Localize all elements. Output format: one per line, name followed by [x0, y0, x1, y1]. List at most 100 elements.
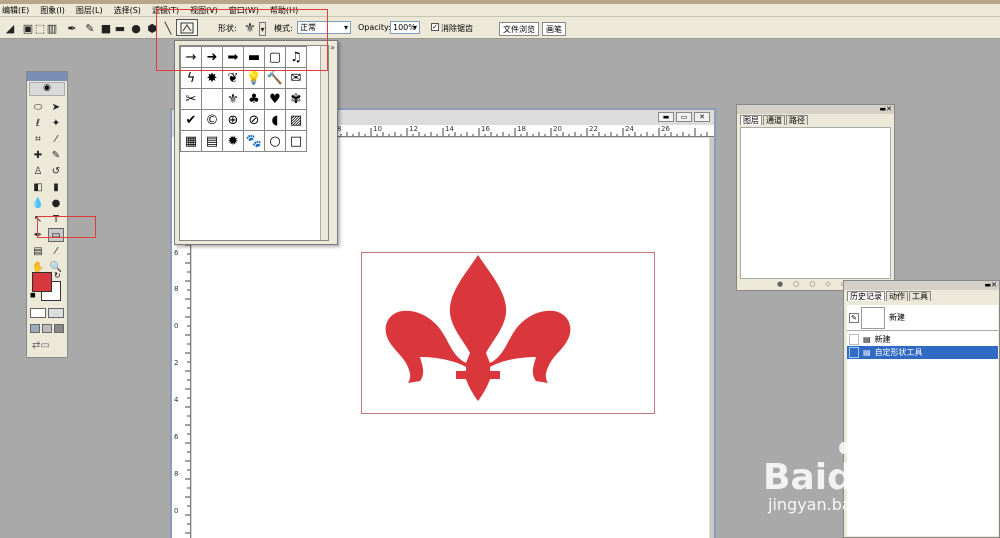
square-frame-icon[interactable]: □	[286, 131, 307, 152]
lightbulb-icon[interactable]: 💡	[244, 68, 265, 89]
brush-tool-icon[interactable]: ✎	[48, 148, 64, 162]
marquee-tool-icon[interactable]: ⬭	[30, 100, 46, 114]
crop-tool-icon[interactable]: ⌗	[30, 132, 46, 146]
circle-frame-icon[interactable]: ○	[265, 131, 286, 152]
splat-icon[interactable]: ✾	[286, 89, 307, 110]
history-item-label: 新建	[874, 335, 891, 344]
preset-tool-icon[interactable]: ◢	[4, 22, 16, 35]
file-browser-tab[interactable]: 文件浏览	[499, 22, 539, 36]
ellipse-icon[interactable]: ●	[130, 22, 142, 35]
menu-select[interactable]: 选择(S)	[114, 5, 141, 16]
tab-actions[interactable]: 动作	[886, 291, 908, 301]
menu-edit[interactable]: 编辑(E)	[2, 5, 29, 16]
panel-close-icon[interactable]: ▬✕	[985, 281, 997, 289]
jump-to-imageready-icon[interactable]: ⇄▭	[32, 340, 50, 351]
screen-mode-2-icon[interactable]	[42, 324, 52, 333]
burst-icon[interactable]: ✸	[202, 68, 223, 89]
magic-wand-icon[interactable]: ✦	[48, 116, 64, 130]
starburst-icon[interactable]: ✹	[223, 131, 244, 152]
history-checkbox[interactable]	[849, 334, 859, 345]
tool-grid: ⬭ ➤ ℓ ✦ ⌗ ⁄ ✚ ✎ ♙ ↺ ◧ ▮ 💧 ● ↖ T ✒ ▭ ▤ ⁄ …	[30, 100, 66, 274]
history-brush-icon[interactable]: ↺	[48, 164, 64, 178]
eyedropper-icon[interactable]: ⁄	[48, 244, 64, 258]
minimize-button[interactable]: ▬	[658, 112, 674, 122]
lasso-tool-icon[interactable]: ℓ	[30, 116, 46, 130]
tab-channels[interactable]: 通道	[763, 115, 785, 125]
opacity-label: Opacity:	[358, 23, 391, 32]
load-selection-icon[interactable]: ○	[809, 280, 815, 288]
adobe-logo-icon[interactable]: ◉	[29, 82, 65, 96]
lightning-icon[interactable]: ϟ	[181, 68, 202, 89]
paths-icon[interactable]: ⬚	[34, 22, 46, 35]
close-button[interactable]: ✕	[694, 112, 710, 122]
quickmask-mode-icon[interactable]	[48, 308, 64, 318]
history-item-selected[interactable]: ▤ 自定形状工具	[847, 346, 998, 359]
eraser-tool-icon[interactable]: ◧	[30, 180, 46, 194]
healing-brush-icon[interactable]: ✚	[30, 148, 46, 162]
paw-print-icon[interactable]: 🐾	[244, 131, 265, 152]
rounded-rect-icon[interactable]: ▬	[114, 22, 126, 35]
decorative-icon[interactable]: ♣	[244, 89, 265, 110]
panel-close-icon[interactable]: ▬✕	[880, 105, 892, 113]
freeform-pen-icon[interactable]: ✎	[84, 22, 96, 35]
swap-colors-icon[interactable]: ↻	[54, 271, 61, 280]
gradient-tool-icon[interactable]: ▮	[48, 180, 64, 194]
document-scrollbar[interactable]	[710, 137, 714, 538]
maximize-button[interactable]: ▭	[676, 112, 692, 122]
make-path-icon[interactable]: ◇	[825, 280, 830, 288]
target-icon[interactable]: ⊕	[223, 110, 244, 131]
ruler-v-label: 8	[174, 285, 179, 293]
screen-mode-1-icon[interactable]	[30, 324, 40, 333]
hammer-icon[interactable]: 🔨	[265, 68, 286, 89]
shape-picker-scrollbar[interactable]	[320, 46, 328, 240]
checker-pattern-icon[interactable]: ▦	[181, 131, 202, 152]
grid-pattern-icon[interactable]: ▤	[202, 131, 223, 152]
menu-layer[interactable]: 图层(L)	[76, 5, 103, 16]
move-tool-icon[interactable]: ➤	[48, 100, 64, 114]
tools-panel-header[interactable]	[27, 72, 67, 81]
blur-tool-icon[interactable]: 💧	[30, 196, 46, 210]
layers-panel-header[interactable]: ▬✕	[737, 105, 894, 114]
tab-layers[interactable]: 图层	[740, 115, 762, 125]
speech-bubble-icon[interactable]: ◖	[265, 110, 286, 131]
history-item[interactable]: ▤ 新建	[847, 333, 998, 346]
tab-history[interactable]: 历史记录	[847, 291, 885, 301]
menu-image[interactable]: 图象(I)	[40, 5, 65, 16]
grass-icon[interactable]: ❦	[223, 68, 244, 89]
fill-pixels-icon[interactable]: ▥	[46, 22, 58, 35]
picker-menu-icon[interactable]: »	[330, 43, 335, 52]
brushes-tab[interactable]: 画笔	[542, 22, 566, 36]
history-panel-header[interactable]: ▬✕	[844, 281, 999, 290]
envelope-icon[interactable]: ✉	[286, 68, 307, 89]
screen-mode-3-icon[interactable]	[54, 324, 64, 333]
no-sign-icon[interactable]: ⊘	[244, 110, 265, 131]
ruler-v-label: 2	[174, 359, 179, 367]
fill-path-icon[interactable]: ●	[777, 280, 783, 288]
standard-mode-icon[interactable]	[30, 308, 46, 318]
shape-bounding-box[interactable]	[361, 252, 655, 414]
history-brush-source-icon[interactable]: ✎	[849, 312, 859, 323]
hatch-pattern-icon[interactable]: ▨	[286, 110, 307, 131]
copyright-icon[interactable]: ©	[202, 110, 223, 131]
slice-tool-icon[interactable]: ⁄	[48, 132, 64, 146]
dodge-tool-icon[interactable]: ●	[48, 196, 64, 210]
document-icon: ▤	[863, 335, 871, 344]
pen-tool-icon[interactable]: ✒	[66, 22, 78, 35]
tab-paths[interactable]: 路径	[786, 115, 808, 125]
rectangle-icon[interactable]: ■	[100, 22, 112, 35]
heart-icon[interactable]: ♥	[265, 89, 286, 110]
stamp-tool-icon[interactable]: ♙	[30, 164, 46, 178]
fleur-de-lis-icon[interactable]: ⚜	[223, 89, 244, 110]
history-snapshot[interactable]: ✎ 新建	[847, 305, 998, 331]
blank-shape-icon[interactable]	[202, 89, 223, 110]
shape-layers-icon[interactable]: ▣	[22, 22, 34, 35]
antialias-checkbox[interactable]: ✓	[431, 23, 439, 31]
opacity-field[interactable]: 100%	[390, 21, 420, 34]
tab-tools[interactable]: 工具	[909, 291, 931, 301]
history-checkbox[interactable]	[849, 347, 859, 358]
scissors-icon[interactable]: ✂	[181, 89, 202, 110]
default-colors-icon[interactable]: ◼	[30, 291, 36, 299]
stroke-path-icon[interactable]: ○	[793, 280, 799, 288]
checkmark-icon[interactable]: ✔	[181, 110, 202, 131]
notes-tool-icon[interactable]: ▤	[30, 244, 46, 258]
